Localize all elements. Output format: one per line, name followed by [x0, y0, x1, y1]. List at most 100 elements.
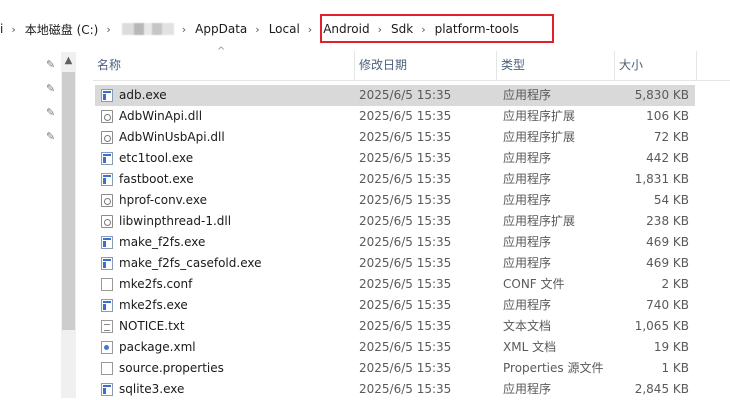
- file-date: 2025/6/5 15:35: [359, 193, 452, 207]
- file-type: 应用程序: [503, 193, 552, 207]
- dll-icon: [101, 131, 113, 144]
- file-size: 469 KB: [646, 235, 689, 249]
- file-type: 应用程序: [503, 382, 552, 396]
- breadcrumb-android[interactable]: Android: [323, 22, 369, 36]
- column-type[interactable]: 类型: [497, 51, 615, 80]
- file-type: 应用程序: [503, 88, 552, 102]
- file-date: 2025/6/5 15:35: [359, 109, 452, 123]
- pin-icon[interactable]: ✎: [46, 106, 58, 120]
- file-size: 442 KB: [646, 151, 689, 165]
- file-type: 应用程序: [503, 235, 552, 249]
- breadcrumb-drive[interactable]: 本地磁盘 (C:): [25, 21, 99, 38]
- file-date: 2025/6/5 15:35: [359, 382, 452, 396]
- file-row[interactable]: source.properties 2025/6/5 15:35 Propertie…: [95, 358, 695, 379]
- exe-icon: [101, 236, 113, 249]
- file-name: AdbWinApi.dll: [119, 109, 203, 123]
- file-name: make_f2fs_casefold.exe: [119, 256, 262, 270]
- file-date: 2025/6/5 15:35: [359, 130, 452, 144]
- chevron-right-icon[interactable]: ›: [11, 23, 15, 36]
- file-row[interactable]: package.xml 2025/6/5 15:35 XML 文档 19 KB: [95, 337, 695, 358]
- chevron-right-icon[interactable]: ›: [378, 23, 382, 36]
- file-name: fastboot.exe: [119, 172, 194, 186]
- exe-icon: [101, 89, 113, 102]
- file-row[interactable]: fastboot.exe 2025/6/5 15:35 应用程序 1,831 KB: [95, 169, 695, 190]
- pin-icon[interactable]: ✎: [46, 82, 58, 96]
- file-row[interactable]: mke2fs.conf 2025/6/5 15:35 CONF 文件 2 KB: [95, 274, 695, 295]
- column-date[interactable]: 修改日期: [355, 51, 497, 80]
- doc-icon: [101, 362, 113, 375]
- pin-icon[interactable]: ✎: [46, 130, 58, 144]
- file-size: 5,830 KB: [634, 88, 689, 102]
- file-name: source.properties: [119, 361, 224, 375]
- file-name: make_f2fs.exe: [119, 235, 206, 249]
- scroll-up-icon[interactable]: ▲: [61, 52, 76, 70]
- file-type: 应用程序扩展: [503, 109, 576, 123]
- file-name: mke2fs.conf: [119, 277, 193, 291]
- file-size: 740 KB: [646, 298, 689, 312]
- file-type: 文本文档: [503, 319, 552, 333]
- column-type-label: 类型: [501, 58, 526, 72]
- file-name: mke2fs.exe: [119, 298, 188, 312]
- pin-icon[interactable]: ✎: [46, 58, 58, 72]
- column-date-label: 修改日期: [359, 58, 408, 72]
- file-row[interactable]: adb.exe 2025/6/5 15:35 应用程序 5,830 KB: [95, 85, 695, 106]
- file-date: 2025/6/5 15:35: [359, 256, 452, 270]
- file-row[interactable]: AdbWinUsbApi.dll 2025/6/5 15:35 应用程序扩展 72 K…: [95, 127, 695, 148]
- file-row[interactable]: make_f2fs.exe 2025/6/5 15:35 应用程序 469 KB: [95, 232, 695, 253]
- dll-icon: [101, 215, 113, 228]
- redacted-username[interactable]: [121, 23, 174, 35]
- txt-icon: [101, 320, 113, 333]
- file-size: 1,831 KB: [634, 172, 689, 186]
- file-type: Properties 源文件: [503, 361, 604, 375]
- breadcrumb-platform-tools[interactable]: platform-tools: [435, 22, 519, 36]
- chevron-right-icon[interactable]: ›: [182, 23, 186, 36]
- file-type: 应用程序: [503, 256, 552, 270]
- file-type: 应用程序: [503, 298, 552, 312]
- file-row[interactable]: etc1tool.exe 2025/6/5 15:35 应用程序 442 KB: [95, 148, 695, 169]
- column-name[interactable]: 名称: [93, 51, 355, 80]
- dll-icon: [101, 110, 113, 123]
- file-row[interactable]: hprof-conv.exe 2025/6/5 15:35 应用程序 54 KB: [95, 190, 695, 211]
- file-name: hprof-conv.exe: [119, 193, 207, 207]
- file-row[interactable]: AdbWinApi.dll 2025/6/5 15:35 应用程序扩展 106 KB: [95, 106, 695, 127]
- column-size-label: 大小: [619, 58, 644, 72]
- file-name: libwinpthread-1.dll: [119, 214, 232, 228]
- file-date: 2025/6/5 15:35: [359, 277, 452, 291]
- chevron-right-icon[interactable]: ›: [308, 23, 312, 36]
- file-type: 应用程序扩展: [503, 130, 576, 144]
- exe-icon: [101, 383, 113, 396]
- file-size: 54 KB: [653, 193, 689, 207]
- file-size: 238 KB: [646, 214, 689, 228]
- chevron-right-icon[interactable]: ›: [255, 23, 259, 36]
- file-size: 1,065 KB: [634, 319, 689, 333]
- exe-icon: [101, 173, 113, 186]
- file-name: etc1tool.exe: [119, 151, 194, 165]
- file-size: 2 KB: [661, 277, 689, 291]
- breadcrumb-appdata[interactable]: AppData: [195, 22, 247, 36]
- file-row[interactable]: mke2fs.exe 2025/6/5 15:35 应用程序 740 KB: [95, 295, 695, 316]
- nav-scrollbar-thumb[interactable]: [62, 72, 75, 330]
- file-row[interactable]: sqlite3.exe 2025/6/5 15:35 应用程序 2,845 KB: [95, 379, 695, 400]
- chevron-right-icon[interactable]: ›: [421, 23, 425, 36]
- column-name-label: 名称: [97, 58, 122, 72]
- file-type: 应用程序: [503, 151, 552, 165]
- file-type: 应用程序扩展: [503, 214, 576, 228]
- file-date: 2025/6/5 15:35: [359, 319, 452, 333]
- file-row[interactable]: make_f2fs_casefold.exe 2025/6/5 15:35 应用程序…: [95, 253, 695, 274]
- file-size: 1 KB: [661, 361, 689, 375]
- file-row[interactable]: NOTICE.txt 2025/6/5 15:35 文本文档 1,065 KB: [95, 316, 695, 337]
- breadcrumb-local[interactable]: Local: [269, 22, 300, 36]
- file-type: XML 文档: [503, 340, 557, 354]
- column-size[interactable]: 大小: [615, 51, 697, 80]
- file-name: adb.exe: [119, 88, 167, 102]
- breadcrumb-sdk[interactable]: Sdk: [391, 22, 413, 36]
- file-date: 2025/6/5 15:35: [359, 361, 452, 375]
- breadcrumb-leading: i: [0, 22, 4, 36]
- exe-icon: [101, 257, 113, 270]
- dll-icon: [101, 194, 113, 207]
- file-name: NOTICE.txt: [119, 319, 185, 333]
- chevron-right-icon[interactable]: ›: [106, 23, 110, 36]
- file-row[interactable]: libwinpthread-1.dll 2025/6/5 15:35 应用程序扩展 2…: [95, 211, 695, 232]
- file-name: AdbWinUsbApi.dll: [119, 130, 225, 144]
- address-bar[interactable]: i › 本地磁盘 (C:) › › AppData › Local › Andr…: [0, 14, 730, 44]
